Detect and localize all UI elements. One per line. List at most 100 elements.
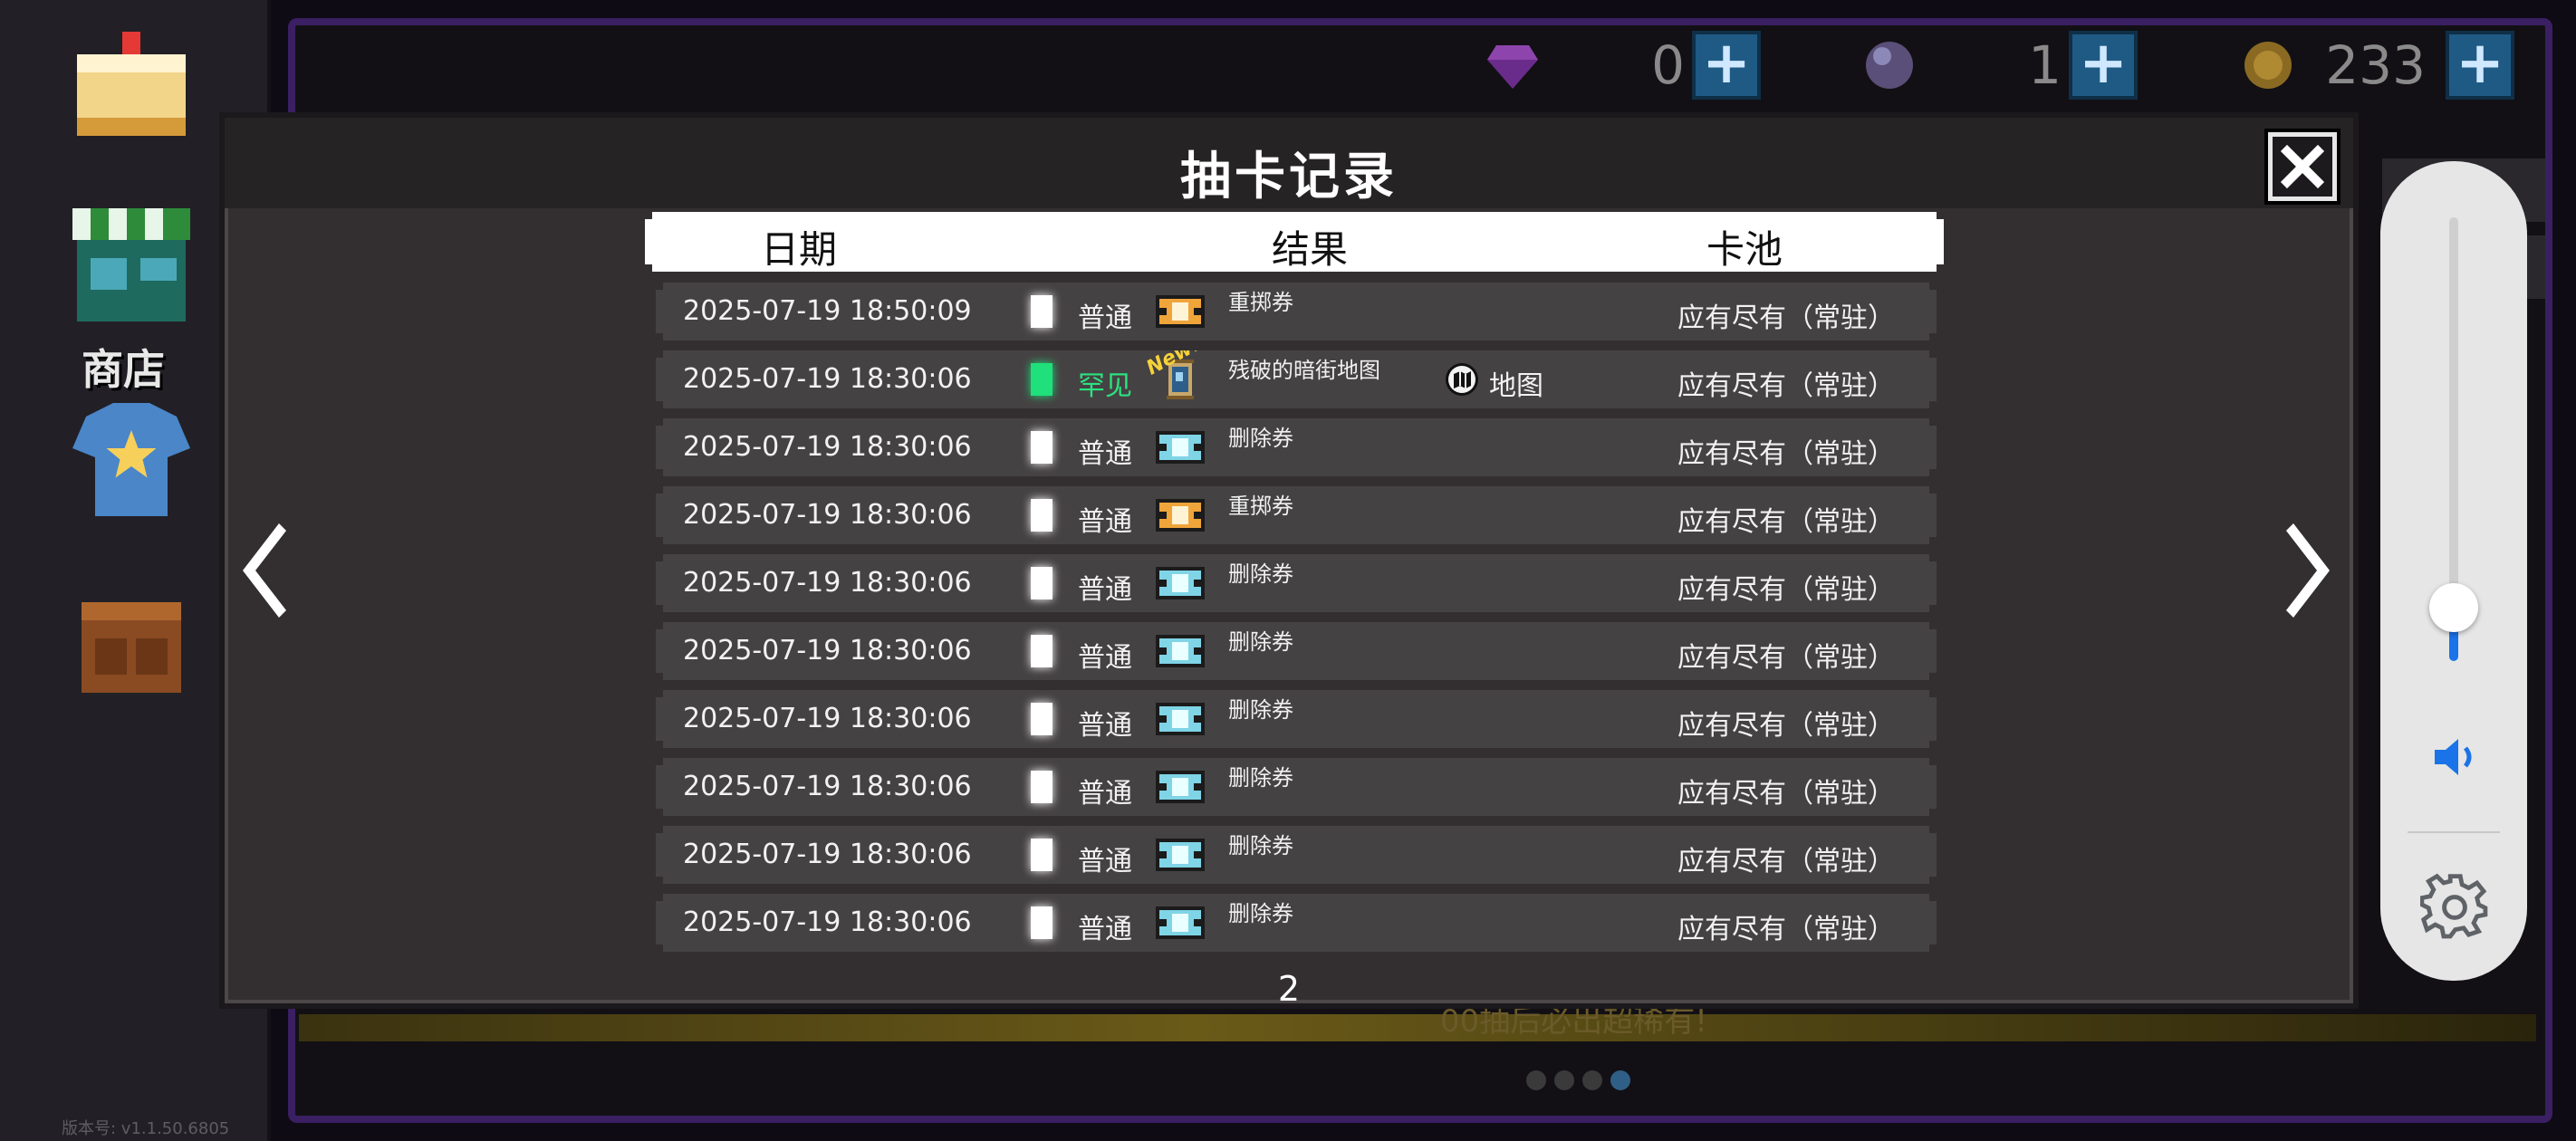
- reroll-ticket-icon: [1154, 290, 1206, 333]
- delete-ticket-icon: [1154, 833, 1206, 877]
- row-item-name: 删除券: [1228, 765, 1293, 791]
- row-rarity: 普通: [1078, 302, 1132, 334]
- row-pool: 应有尽有（常驻）: [1677, 438, 1895, 470]
- table-header: 日期 结果 卡池: [645, 212, 1944, 272]
- volume-panel: [2380, 161, 2527, 981]
- row-pool: 应有尽有（常驻）: [1677, 914, 1895, 945]
- shop-icon[interactable]: [63, 199, 199, 335]
- row-item-name: 重掷券: [1228, 290, 1293, 315]
- gem-count: 0: [1651, 34, 1685, 96]
- row-pool: 应有尽有（常驻）: [1677, 302, 1895, 334]
- row-pool: 应有尽有（常驻）: [1677, 642, 1895, 674]
- prev-page-button[interactable]: [235, 516, 290, 625]
- rarity-bar: [1031, 431, 1053, 464]
- delete-ticket-icon: [1154, 697, 1206, 741]
- row-item-name: 删除券: [1228, 561, 1293, 587]
- cake-icon[interactable]: [63, 18, 199, 154]
- column-header-pool: 卡池: [1706, 227, 1783, 272]
- row-date: 2025-07-19 18:30:06: [683, 839, 972, 870]
- reroll-ticket-icon: [1154, 494, 1206, 537]
- row-date: 2025-07-19 18:30:06: [683, 703, 972, 734]
- row-date: 2025-07-19 18:30:06: [683, 567, 972, 599]
- row-item-name: 删除券: [1228, 426, 1293, 451]
- speaker-icon[interactable]: [2427, 730, 2482, 784]
- close-button[interactable]: [2268, 132, 2337, 201]
- next-page-button[interactable]: [2283, 516, 2337, 625]
- row-item-name: 删除券: [1228, 629, 1293, 655]
- row-rarity: 普通: [1078, 846, 1132, 877]
- table-row: 2025-07-19 18:50:09 普通 重掷券 应有尽有（常驻）: [656, 283, 1937, 340]
- row-date: 2025-07-19 18:30:06: [683, 906, 972, 938]
- row-pool: 应有尽有（常驻）: [1677, 710, 1895, 742]
- divider: [2408, 831, 2500, 833]
- row-pool: 应有尽有（常驻）: [1677, 506, 1895, 538]
- row-rarity: 普通: [1078, 574, 1132, 606]
- page-dot[interactable]: [1582, 1070, 1602, 1090]
- gear-icon[interactable]: [2420, 873, 2489, 942]
- row-rarity: 普通: [1078, 710, 1132, 742]
- rarity-bar: [1031, 363, 1053, 396]
- table-row: 2025-07-19 18:30:06 普通 删除券应有尽有（常驻）: [656, 758, 1937, 816]
- rarity-bar: [1031, 771, 1053, 803]
- table-row: 2025-07-19 18:30:06 普通 删除券应有尽有（常驻）: [656, 554, 1937, 612]
- row-pool: 应有尽有（常驻）: [1677, 846, 1895, 877]
- map-type-icon: [1444, 361, 1480, 398]
- coin-count: 233: [2325, 34, 2426, 96]
- rarity-bar: [1031, 567, 1053, 599]
- add-coin-button[interactable]: +: [2446, 31, 2514, 100]
- row-item-name: 删除券: [1228, 833, 1293, 858]
- table-row: 2025-07-19 18:30:06 普通 删除券应有尽有（常驻）: [656, 894, 1937, 952]
- close-icon: [2280, 144, 2325, 189]
- gacha-history-dialog: 抽卡记录 日期 结果 卡池 2025-07-19 18:50:09 普通 重掷券 应有…: [219, 112, 2359, 1009]
- shop-label: 商店: [82, 345, 165, 394]
- rarity-bar: [1031, 499, 1053, 532]
- row-rarity: 普通: [1078, 642, 1132, 674]
- row-date: 2025-07-19 18:50:09: [683, 295, 972, 327]
- dialog-header: 抽卡记录: [225, 118, 2353, 208]
- row-pool: 应有尽有（常驻）: [1677, 574, 1895, 606]
- add-orb-button[interactable]: +: [2069, 31, 2138, 100]
- page-dot[interactable]: [1526, 1070, 1546, 1090]
- row-rarity: 普通: [1078, 914, 1132, 945]
- column-header-result: 结果: [1272, 227, 1349, 272]
- row-rarity: 罕见: [1078, 370, 1132, 402]
- row-date: 2025-07-19 18:30:06: [683, 499, 972, 531]
- row-pool: 应有尽有（常驻）: [1677, 370, 1895, 402]
- page-dot-active[interactable]: [1610, 1070, 1630, 1090]
- row-date: 2025-07-19 18:30:06: [683, 363, 972, 395]
- dialog-title: 抽卡记录: [1180, 148, 1398, 206]
- table-row: 2025-07-19 18:30:06 普通 删除券应有尽有（常驻）: [656, 622, 1937, 680]
- page-number: 2: [1277, 969, 1301, 1009]
- version-label: 版本号: v1.1.50.6805: [62, 1119, 230, 1138]
- rarity-bar: [1031, 703, 1053, 735]
- volume-slider-thumb[interactable]: [2429, 582, 2478, 632]
- table-row: 2025-07-19 18:30:06 罕见 New! 残破的暗街地图 地图 应有尽有（常…: [656, 350, 1937, 408]
- delete-ticket-icon: [1154, 426, 1206, 469]
- banner-strip: [299, 1014, 2536, 1041]
- rarity-bar: [1031, 635, 1053, 667]
- coin-icon: [2244, 42, 2292, 89]
- row-date: 2025-07-19 18:30:06: [683, 771, 972, 802]
- column-header-date: 日期: [761, 227, 838, 272]
- row-date: 2025-07-19 18:30:06: [683, 635, 972, 666]
- shirt-icon[interactable]: [63, 389, 199, 525]
- backpack-icon[interactable]: [63, 570, 199, 706]
- row-item-type: 地图: [1489, 370, 1543, 402]
- row-item-name: 删除券: [1228, 901, 1293, 926]
- orb-icon: [1866, 42, 1913, 89]
- add-gem-button[interactable]: +: [1692, 31, 1761, 100]
- page-dot[interactable]: [1554, 1070, 1574, 1090]
- rarity-bar: [1031, 295, 1053, 328]
- delete-ticket-icon: [1154, 901, 1206, 944]
- rarity-bar: [1031, 906, 1053, 939]
- row-rarity: 普通: [1078, 506, 1132, 538]
- row-rarity: 普通: [1078, 778, 1132, 810]
- row-item-name: 残破的暗街地图: [1228, 358, 1380, 383]
- page-indicator: [1526, 1070, 1639, 1094]
- delete-ticket-icon: [1154, 561, 1206, 605]
- table-row: 2025-07-19 18:30:06 普通 删除券 应有尽有（常驻）: [656, 690, 1937, 748]
- row-pool: 应有尽有（常驻）: [1677, 778, 1895, 810]
- row-rarity: 普通: [1078, 438, 1132, 470]
- table-row: 2025-07-19 18:30:06 普通 删除券应有尽有（常驻）: [656, 826, 1937, 884]
- row-date: 2025-07-19 18:30:06: [683, 431, 972, 463]
